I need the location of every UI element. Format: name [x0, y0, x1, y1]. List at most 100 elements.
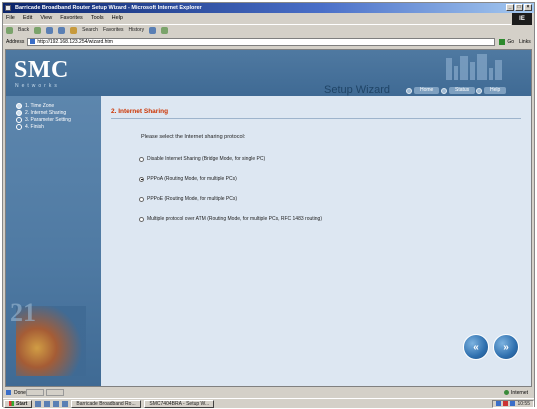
back-icon[interactable] [6, 26, 13, 34]
sidebar-step-parameter-setting[interactable]: 3. Parameter Setting [16, 117, 71, 123]
window-controls: _ □ × [506, 4, 532, 11]
forward-icon[interactable] [34, 26, 42, 34]
status-nav-label: Status [449, 87, 476, 94]
status-icon [441, 87, 447, 94]
step-circle-icon [16, 103, 22, 109]
zone-label: Internet [511, 389, 528, 396]
address-input[interactable]: http://192.168.123.254/wizard.htm [27, 37, 496, 46]
mail-icon[interactable] [149, 26, 157, 34]
window-title: Barricade Broadband Router Setup Wizard … [15, 5, 202, 11]
sidebar-step-internet-sharing[interactable]: 2. Internet Sharing [16, 110, 66, 116]
address-label: Address [6, 38, 25, 45]
ie-throbber-logo: IE [512, 13, 532, 25]
home-icon[interactable] [70, 26, 78, 34]
back-button[interactable]: Back [18, 27, 29, 33]
option-pppoa[interactable]: PPPoA (Routing Mode, for multiple PCs) [139, 176, 237, 182]
menu-file[interactable]: File [6, 15, 15, 21]
taskbar-item-setup[interactable]: SMC7404BRA - Setup W... [144, 399, 215, 408]
option-label: PPPoA (Routing Mode, for multiple PCs) [147, 176, 237, 182]
radio-disable-sharing[interactable] [139, 156, 144, 162]
back-button[interactable]: « [463, 334, 489, 360]
print-icon[interactable] [161, 26, 169, 34]
menu-help[interactable]: Help [112, 15, 123, 21]
status-cell [45, 389, 64, 396]
wizard-title: Setup Wizard [324, 84, 391, 96]
sidebar-step-finish[interactable]: 4. Finish [16, 124, 44, 130]
option-label: PPPoE (Routing Mode, for multiple PCs) [147, 196, 238, 202]
networks-tagline: Networks [15, 83, 60, 89]
status-text: Done [14, 389, 26, 396]
quicklaunch-ie-icon[interactable] [35, 400, 42, 407]
browser-window: Barricade Broadband Router Setup Wizard … [2, 2, 535, 408]
radio-pppoa[interactable] [139, 176, 144, 182]
smc-header: SMC Networks Setup Wizard Home Status He… [6, 50, 531, 96]
windows-flag-icon [9, 401, 14, 406]
step-label: 1. Time Zone [25, 103, 55, 109]
search-button[interactable]: Search [82, 27, 98, 33]
taskbar-item-browser[interactable]: Barricade Broadband Ro... [71, 399, 142, 408]
home-nav-label: Home [414, 87, 440, 94]
option-pppoe[interactable]: PPPoE (Routing Mode, for multiple PCs) [139, 196, 237, 202]
section-divider [111, 118, 521, 119]
next-button[interactable]: » [493, 334, 519, 360]
page-content: SMC Networks Setup Wizard Home Status He… [5, 49, 532, 387]
header-decoration [446, 54, 526, 80]
history-button[interactable]: History [129, 27, 145, 33]
help-nav-label: Help [484, 87, 507, 94]
section-title: 2. Internet Sharing [111, 108, 169, 115]
go-arrow-icon [499, 38, 506, 45]
sidebar-graphic-number: 21 [10, 298, 36, 327]
taskbar: Start Barricade Broadband Ro... SMC7404B… [3, 398, 534, 408]
help-icon [476, 87, 482, 94]
step-circle-icon [16, 110, 22, 116]
title-bar: Barricade Broadband Router Setup Wizard … [3, 3, 534, 13]
ie-app-icon [5, 5, 11, 11]
option-label: Multiple protocol over ATM (Routing Mode… [147, 216, 322, 222]
home-nav[interactable]: Home [406, 87, 440, 94]
sidebar-graphic: 21 [6, 296, 101, 386]
nav-toolbar: Back Search Favorites History [3, 24, 511, 35]
go-label: Go [507, 38, 515, 45]
menu-favorites[interactable]: Favorites [60, 15, 83, 21]
tray-network-icon[interactable] [496, 401, 502, 406]
tray-volume-icon[interactable] [510, 401, 516, 406]
links-button[interactable]: Links [519, 39, 531, 45]
step-label: 2. Internet Sharing [25, 110, 67, 116]
status-cell [25, 389, 44, 396]
quicklaunch-outlook-icon[interactable] [53, 400, 60, 407]
go-button[interactable]: Go [499, 38, 515, 45]
menu-view[interactable]: View [40, 15, 52, 21]
favorites-button[interactable]: Favorites [103, 27, 124, 33]
help-nav[interactable]: Help [476, 87, 507, 94]
status-nav[interactable]: Status [441, 87, 476, 94]
start-button[interactable]: Start [4, 399, 33, 408]
protocol-prompt: Please select the Internet sharing proto… [141, 134, 246, 140]
quicklaunch-media-icon[interactable] [62, 400, 69, 407]
option-multiple-protocol[interactable]: Multiple protocol over ATM (Routing Mode… [139, 216, 322, 222]
sidebar-step-time-zone[interactable]: 1. Time Zone [16, 103, 54, 109]
home-icon [406, 87, 412, 94]
stop-icon[interactable] [46, 26, 54, 34]
security-zone: Internet [504, 390, 528, 396]
page-done-icon [6, 390, 11, 395]
maximize-button[interactable]: □ [515, 4, 523, 11]
step-label: 3. Parameter Setting [25, 117, 71, 123]
menu-bar: File Edit View Favorites Tools Help [3, 13, 534, 23]
menu-tools[interactable]: Tools [91, 15, 104, 21]
wizard-sidebar: 1. Time Zone 2. Internet Sharing 3. Para… [6, 96, 101, 386]
refresh-icon[interactable] [58, 26, 66, 34]
start-label: Start [16, 400, 28, 407]
address-bar: Address http://192.168.123.254/wizard.ht… [3, 36, 534, 47]
option-label: Disable Internet Sharing (Bridge Mode, f… [147, 156, 266, 162]
minimize-button[interactable]: _ [506, 4, 514, 11]
radio-pppoe[interactable] [139, 196, 144, 202]
globe-icon [504, 390, 510, 395]
page-icon [30, 39, 36, 44]
menu-edit[interactable]: Edit [23, 15, 32, 21]
option-disable-sharing[interactable]: Disable Internet Sharing (Bridge Mode, f… [139, 156, 265, 162]
tray-antivirus-icon[interactable] [503, 401, 509, 406]
step-label: 4. Finish [25, 124, 44, 130]
radio-multiple-protocol[interactable] [139, 216, 144, 222]
close-button[interactable]: × [524, 4, 532, 11]
quicklaunch-desktop-icon[interactable] [44, 400, 51, 407]
